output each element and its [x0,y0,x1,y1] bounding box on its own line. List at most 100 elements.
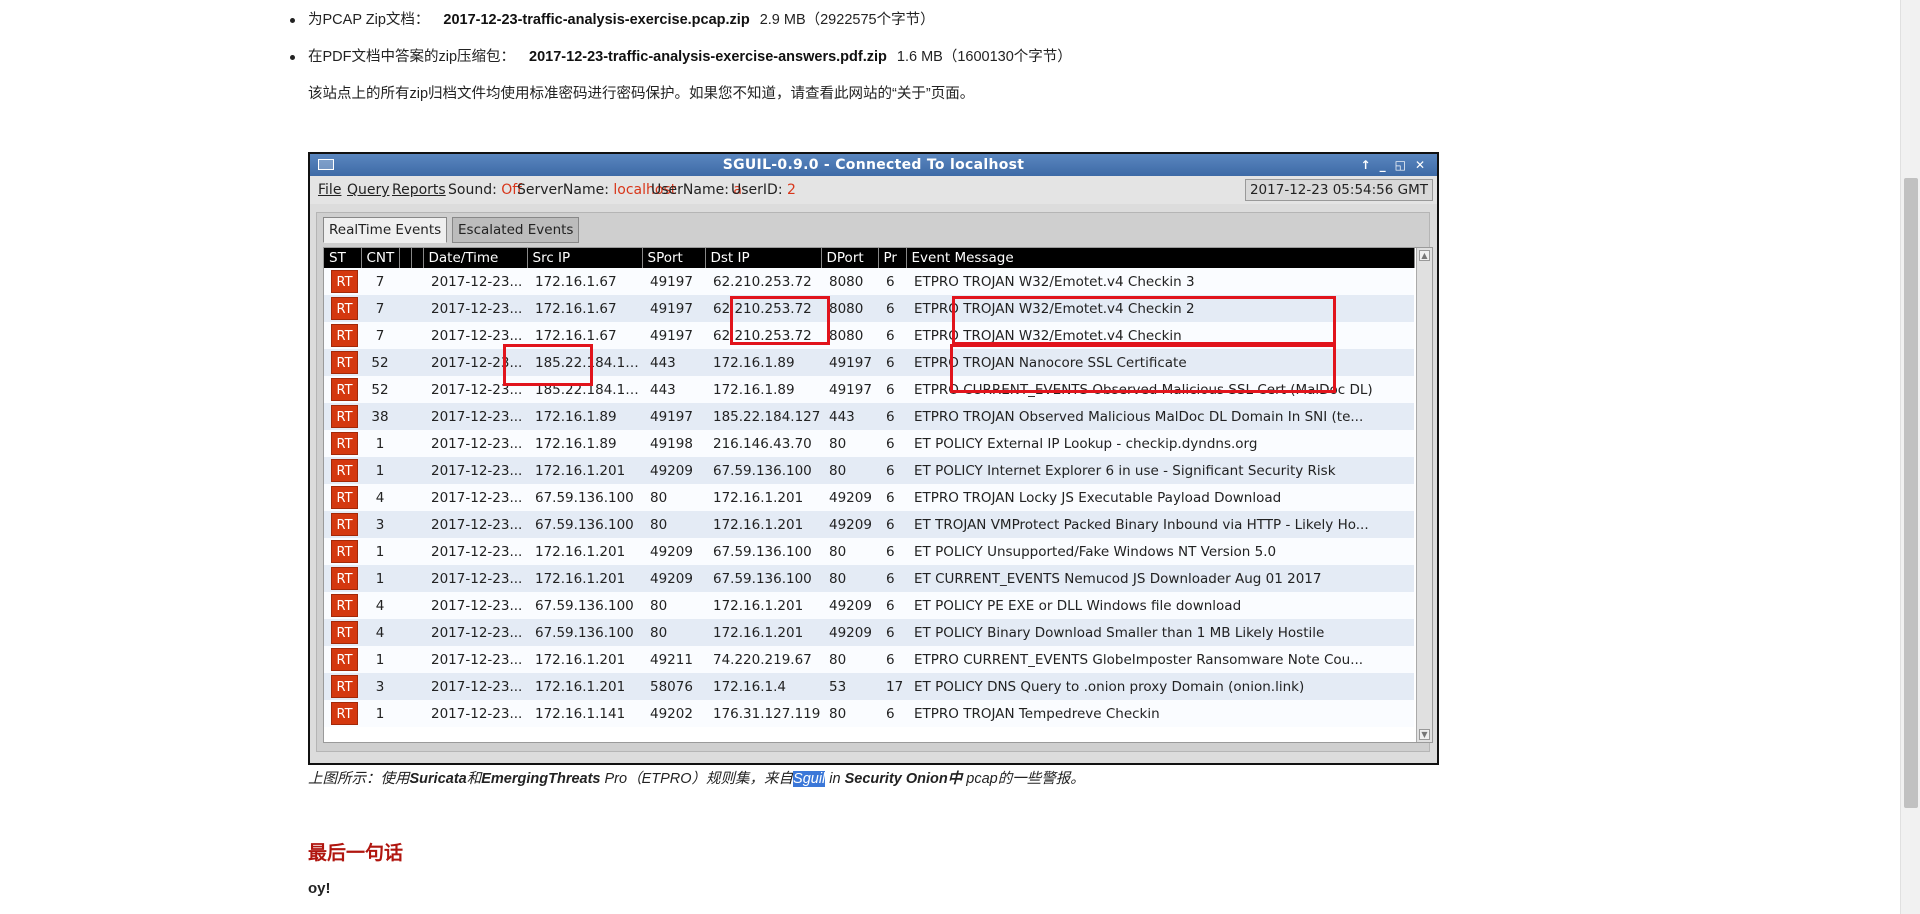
dport-cell: 80 [821,457,878,484]
table-row[interactable]: RT 1 2017-12-23... 172.16.1.201 49211 74.220.… [324,646,1414,673]
msg-cell: ETPRO TROJAN W32/Emotet.v4 Checkin [906,322,1414,349]
dport-cell: 80 [821,565,878,592]
tab-escalated-events[interactable]: Escalated Events [452,217,580,243]
empty-cell [411,268,423,295]
status-badge: RT [331,567,358,590]
pr-cell: 6 [878,646,906,673]
menu-file[interactable]: File [318,176,341,204]
cnt-cell: 1 [361,538,399,565]
dport-cell: 49197 [821,349,878,376]
dt-cell: 2017-12-23... [423,673,527,700]
scroll-down-icon[interactable]: ▼ [1419,729,1430,740]
dport-cell: 8080 [821,268,878,295]
dst-cell: 172.16.1.201 [705,592,821,619]
column-header[interactable]: Dst IP [705,248,822,268]
table-row[interactable]: RT 4 2017-12-23... 67.59.136.100 80 172.16.1.… [324,592,1414,619]
src-cell: 172.16.1.67 [527,268,642,295]
column-header[interactable]: Pr [878,248,907,268]
file-size: 1.6 MB（1600130个字节） [896,49,1072,65]
dt-cell: 2017-12-23... [423,619,527,646]
table-row[interactable]: RT 38 2017-12-23... 172.16.1.89 49197 185.22.… [324,403,1414,430]
maximize-icon[interactable]: ◱ [1392,158,1412,172]
column-header[interactable]: CNT [361,248,400,268]
status-badge: RT [331,594,358,617]
status-cell: RT [324,700,361,727]
pr-cell: 6 [878,349,906,376]
status-cell: RT [324,565,361,592]
status-badge: RT [331,459,358,482]
dport-cell: 53 [821,673,878,700]
close-icon[interactable]: ✕ [1412,158,1431,172]
scroll-up-icon[interactable]: ▲ [1419,250,1430,261]
table-body: RT 7 2017-12-23... 172.16.1.67 49197 62.210.2… [324,268,1414,727]
status-cell: RT [324,376,361,403]
empty-cell [399,700,411,727]
cnt-cell: 7 [361,268,399,295]
src-cell: 67.59.136.100 [527,619,642,646]
menu-query[interactable]: Query [347,176,390,204]
column-header[interactable] [399,248,412,268]
grid-scrollbar[interactable]: ▲ ▼ [1416,248,1432,742]
cnt-cell: 38 [361,403,399,430]
status-badge: RT [331,675,358,698]
table-row[interactable]: RT 52 2017-12-23... 185.22.184.127 443 172.16… [324,349,1414,376]
table-row[interactable]: RT 1 2017-12-23... 172.16.1.201 49209 67.59.1… [324,565,1414,592]
scrollbar-thumb[interactable] [1904,178,1918,808]
dst-cell: 176.31.127.119 [705,700,821,727]
table-row[interactable]: RT 7 2017-12-23... 172.16.1.67 49197 62.210.2… [324,295,1414,322]
table-row[interactable]: RT 1 2017-12-23... 172.16.1.141 49202 176.31.… [324,700,1414,727]
src-cell: 185.22.184.127 [527,376,642,403]
cnt-cell: 7 [361,295,399,322]
empty-cell [411,403,423,430]
pr-cell: 6 [878,484,906,511]
tab-realtime-events[interactable]: RealTime Events [323,217,448,243]
dt-cell: 2017-12-23... [423,565,527,592]
msg-cell: ET POLICY Unsupported/Fake Windows NT Ve… [906,538,1414,565]
table-row[interactable]: RT 7 2017-12-23... 172.16.1.67 49197 62.210.2… [324,322,1414,349]
msg-cell: ETPRO TROJAN Nanocore SSL Certificate [906,349,1414,376]
empty-cell [399,376,411,403]
empty-cell [399,565,411,592]
msg-cell: ETPRO TROJAN Observed Malicious MalDoc D… [906,403,1414,430]
column-header[interactable]: Date/Time [423,248,528,268]
minimize-icon[interactable]: _ [1377,158,1392,172]
table-row[interactable]: RT 4 2017-12-23... 67.59.136.100 80 172.16.1.… [324,619,1414,646]
table-row[interactable]: RT 3 2017-12-23... 67.59.136.100 80 172.16.1.… [324,511,1414,538]
table-row[interactable]: RT 7 2017-12-23... 172.16.1.67 49197 62.210.2… [324,268,1414,295]
table-row[interactable]: RT 52 2017-12-23... 185.22.184.127 443 172.16… [324,376,1414,403]
download-link[interactable]: 2017-12-23-traffic-analysis-exercise.pca… [443,12,749,28]
events-grid: ST CNT Date/Time Src IP SPort Dst IP DPort Pr Ev… [323,247,1433,743]
src-cell: 185.22.184.127 [527,349,642,376]
column-header[interactable]: Event Message [906,248,1415,268]
user-id: UserID: 2 [731,182,796,198]
raise-icon[interactable]: ↑ [1358,158,1377,172]
column-header[interactable]: SPort [642,248,706,268]
empty-cell [399,511,411,538]
table-row[interactable]: RT 4 2017-12-23... 67.59.136.100 80 172.16.1.… [324,484,1414,511]
column-header[interactable] [411,248,424,268]
column-header[interactable]: Src IP [527,248,643,268]
table-row[interactable]: RT 1 2017-12-23... 172.16.1.201 49209 67.59.1… [324,538,1414,565]
msg-cell: ET TROJAN VMProtect Packed Binary Inboun… [906,511,1414,538]
sguil-screenshot: SGUIL-0.9.0 - Connected To localhost ↑ _ ◱… [308,152,1439,765]
src-cell: 172.16.1.201 [527,457,642,484]
cnt-cell: 1 [361,565,399,592]
menu-reports[interactable]: Reports [392,176,446,204]
table-row[interactable]: RT 3 2017-12-23... 172.16.1.201 58076 172.16.… [324,673,1414,700]
status-cell: RT [324,349,361,376]
table-row[interactable]: RT 1 2017-12-23... 172.16.1.89 49198 216.146.… [324,430,1414,457]
page-scrollbar[interactable] [1900,0,1920,914]
status-cell: RT [324,511,361,538]
status-badge: RT [331,648,358,671]
column-header[interactable]: ST [324,248,362,268]
dport-cell: 80 [821,700,878,727]
empty-cell [411,430,423,457]
empty-cell [411,295,423,322]
empty-cell [399,403,411,430]
download-link[interactable]: 2017-12-23-traffic-analysis-exercise-ans… [529,49,887,65]
column-header[interactable]: DPort [821,248,879,268]
dt-cell: 2017-12-23... [423,268,527,295]
pr-cell: 6 [878,565,906,592]
table-row[interactable]: RT 1 2017-12-23... 172.16.1.201 49209 67.59.1… [324,457,1414,484]
events-table: ST CNT Date/Time Src IP SPort Dst IP DPort Pr Ev… [324,248,1415,727]
